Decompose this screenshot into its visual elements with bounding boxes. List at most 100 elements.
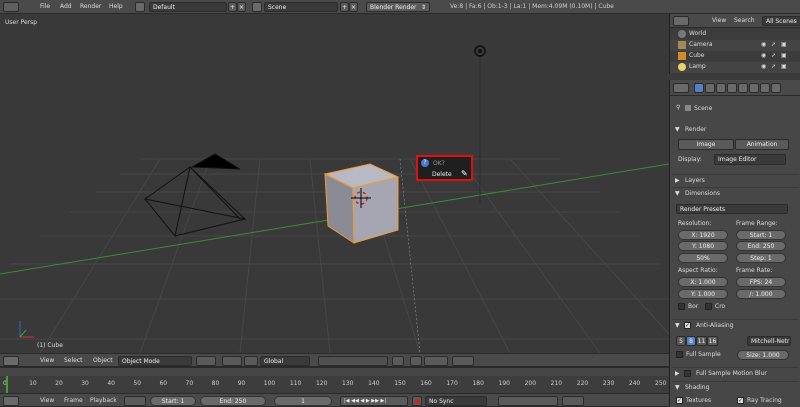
scene-tab-icon[interactable]: [716, 83, 726, 93]
resolution-percentage-field[interactable]: 50%: [678, 253, 728, 263]
render-icon[interactable]: ▣: [781, 63, 787, 70]
constraints-tab-icon[interactable]: [749, 83, 759, 93]
render-animation-button[interactable]: Animation: [735, 139, 789, 150]
properties-editor-type-icon[interactable]: [673, 83, 689, 93]
outliner-menu-search[interactable]: Search: [734, 16, 755, 25]
end-frame-field[interactable]: End: 250: [200, 396, 266, 406]
menu-add[interactable]: Add: [60, 2, 72, 11]
ray-tracing-checkbox[interactable]: ✓ Ray Tracing: [737, 396, 793, 406]
display-select[interactable]: Image Editor: [714, 154, 786, 165]
aa-samples-16[interactable]: 16: [707, 336, 718, 346]
eye-icon[interactable]: ◉: [761, 41, 766, 48]
keying-set-button[interactable]: [498, 396, 558, 406]
aa-filter-select[interactable]: Mitchell-Netr: [747, 336, 791, 346]
menu-file[interactable]: File: [40, 2, 50, 11]
timeline-menu-playback[interactable]: Playback: [90, 396, 117, 405]
layer-lock-button[interactable]: [392, 356, 404, 366]
mode-selector[interactable]: Object Mode: [118, 356, 192, 366]
scene-selector[interactable]: Scene: [264, 2, 338, 12]
timeline-menu-frame[interactable]: Frame: [64, 396, 83, 405]
aa-size-field[interactable]: Size: 1.000: [737, 350, 789, 360]
motion-blur-panel-header[interactable]: ▶ Full Sample Motion Blur: [672, 367, 799, 378]
snap-button[interactable]: [410, 356, 422, 366]
crop-checkbox[interactable]: Cro: [705, 302, 745, 312]
view3d-menu-select[interactable]: Select: [64, 356, 83, 365]
current-frame-field[interactable]: 1: [274, 396, 332, 406]
render-preview-button[interactable]: [452, 356, 474, 366]
render-presets-select[interactable]: Render Presets: [676, 204, 788, 214]
fps-base-field[interactable]: /: 1.000: [736, 289, 786, 299]
outliner-row-camera[interactable]: Camera ◉ ➚ ▣: [670, 40, 800, 51]
render-layers-tab-icon[interactable]: [705, 83, 715, 93]
outliner-filter-select[interactable]: All Scenes: [762, 16, 800, 26]
data-tab-icon[interactable]: [771, 83, 781, 93]
frame-step-field[interactable]: Step: 1: [736, 253, 786, 263]
scene-icon[interactable]: [252, 2, 262, 12]
modifiers-tab-icon[interactable]: [760, 83, 770, 93]
add-layout-button[interactable]: +: [228, 2, 237, 12]
menu-render[interactable]: Render: [80, 2, 101, 11]
aspect-y-field[interactable]: Y: 1.000: [678, 289, 728, 299]
pivot-button[interactable]: [222, 356, 242, 366]
eye-icon[interactable]: ◉: [761, 52, 766, 59]
orientation-selector[interactable]: Global: [260, 356, 310, 366]
fps-field[interactable]: FPS: 24: [736, 277, 786, 287]
resolution-x-field[interactable]: X: 1920: [678, 230, 728, 240]
render-icon[interactable]: ▣: [781, 41, 787, 48]
outliner-editor-type-icon[interactable]: [673, 16, 689, 26]
view3d-menu-object[interactable]: Object: [93, 356, 113, 365]
lamp-object[interactable]: [474, 45, 486, 204]
pin-icon[interactable]: ⚲: [676, 104, 680, 111]
aa-samples-5[interactable]: 5: [676, 336, 686, 346]
playback-controls[interactable]: |◀ ◀◀ ◀ ▶ ▶▶ ▶|: [340, 396, 408, 406]
render-image-button[interactable]: Image: [678, 139, 734, 150]
eye-icon[interactable]: ◉: [761, 63, 766, 70]
remove-layout-button[interactable]: ×: [237, 2, 246, 12]
record-button[interactable]: [412, 396, 422, 406]
view3d-editor-type-icon[interactable]: [3, 356, 19, 366]
screen-layout-icon[interactable]: [135, 2, 145, 12]
frame-end-field[interactable]: End: 250: [736, 241, 786, 251]
preview-range-button[interactable]: [124, 396, 146, 406]
layer-buttons[interactable]: [318, 356, 388, 366]
aspect-x-field[interactable]: X: 1.000: [678, 277, 728, 287]
insert-keyframe-button[interactable]: [562, 396, 584, 406]
cursor-select-icon[interactable]: ➚: [771, 41, 776, 48]
add-scene-button[interactable]: +: [340, 2, 349, 12]
timeline-editor-type-icon[interactable]: [3, 396, 19, 406]
viewport-3d[interactable]: User Persp (1) Cube: [0, 14, 669, 353]
dimensions-panel-header[interactable]: ▼ Dimensions: [672, 187, 799, 198]
layout-selector[interactable]: Default: [149, 2, 227, 12]
current-frame-line[interactable]: [6, 376, 8, 394]
timeline-area[interactable]: 0 10 20 30 40 50 60 70 80 90 100 110 120 130 140 150 160…: [0, 367, 669, 394]
manipulator-toggle[interactable]: [244, 356, 258, 366]
layers-panel-header[interactable]: ▶ Layers: [672, 174, 799, 185]
cursor-select-icon[interactable]: ➚: [771, 63, 776, 70]
start-frame-field[interactable]: Start: 1: [150, 396, 196, 406]
sync-mode-select[interactable]: No Sync: [425, 396, 487, 406]
cursor-select-icon[interactable]: ➚: [771, 52, 776, 59]
camera-object[interactable]: [143, 153, 247, 237]
checkbox-checked-icon[interactable]: ✓: [684, 322, 691, 329]
world-tab-icon[interactable]: [727, 83, 737, 93]
resolution-y-field[interactable]: Y: 1080: [678, 241, 728, 251]
checkbox-icon[interactable]: [684, 370, 691, 377]
view3d-menu-view[interactable]: View: [40, 356, 54, 365]
render-engine-select[interactable]: Blender Render ⇕: [366, 2, 430, 12]
editor-type-icon[interactable]: [3, 2, 19, 12]
snap-target-button[interactable]: [424, 356, 448, 366]
render-tab-icon[interactable]: [694, 83, 704, 93]
aa-samples-11[interactable]: 11: [696, 336, 707, 346]
frame-start-field[interactable]: Start: 1: [736, 230, 786, 240]
render-icon[interactable]: ▣: [781, 52, 787, 59]
aa-samples-8[interactable]: 8: [686, 336, 696, 346]
object-tab-icon[interactable]: [738, 83, 748, 93]
full-sample-checkbox[interactable]: Full Sample: [676, 350, 726, 360]
remove-scene-button[interactable]: ×: [349, 2, 358, 12]
outliner-menu-view[interactable]: View: [712, 16, 726, 25]
shading-button[interactable]: [196, 356, 216, 366]
timeline-menu-view[interactable]: View: [40, 396, 54, 405]
shading-panel-header[interactable]: ▼ Shading: [672, 381, 799, 392]
antialiasing-panel-header[interactable]: ▼ ✓ Anti-Aliasing: [672, 319, 799, 330]
outliner-row-world[interactable]: World: [670, 29, 800, 40]
